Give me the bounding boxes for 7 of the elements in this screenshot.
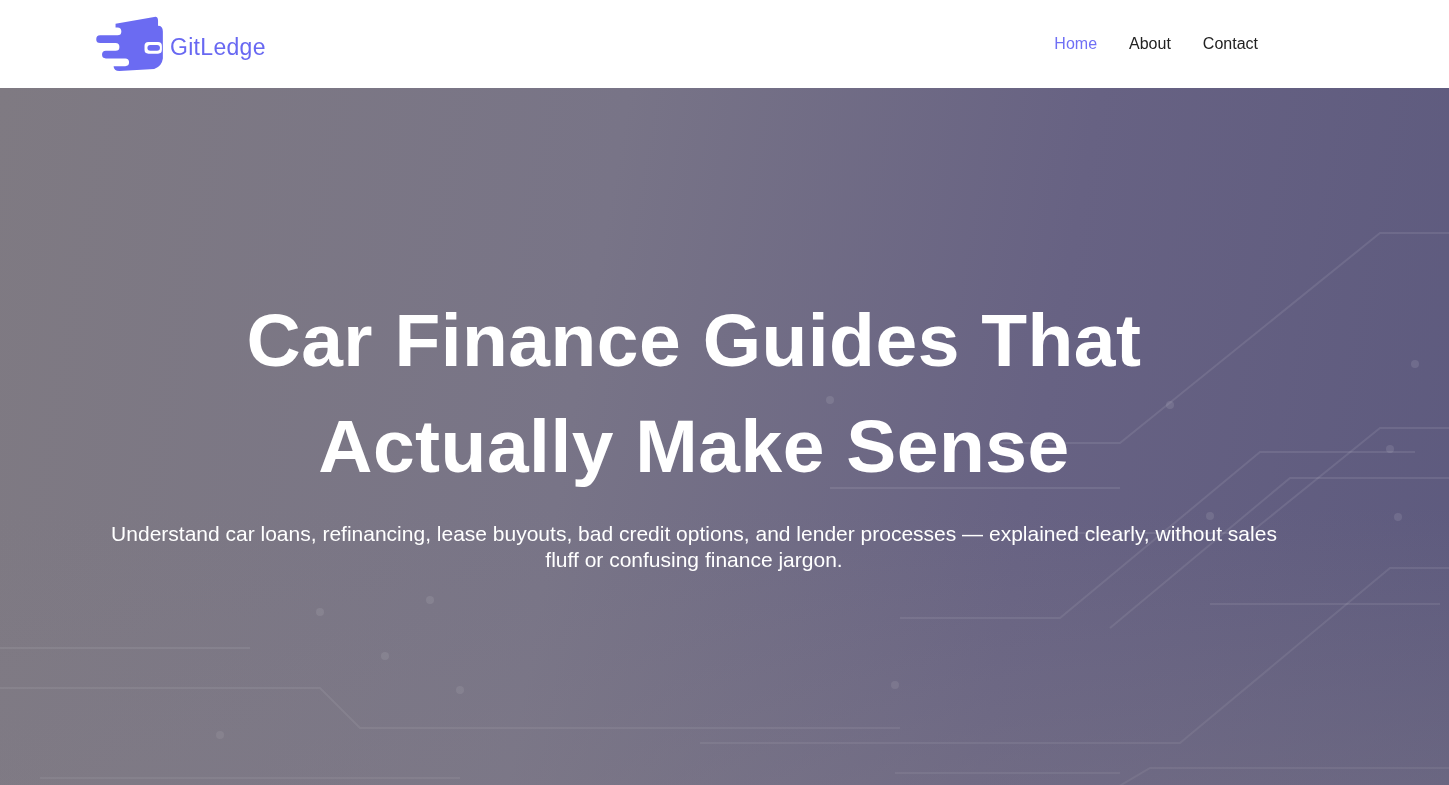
- nav-link[interactable]: About: [1129, 35, 1171, 53]
- nav-link[interactable]: Home: [1054, 35, 1098, 53]
- nav-link[interactable]: Contact: [1202, 35, 1258, 53]
- logo-text[interactable]: GitLedge: [170, 33, 266, 61]
- wallet-logo-icon[interactable]: [96, 16, 166, 72]
- hero-title: Car Finance Guides That Actually Make Sense: [245, 296, 1143, 490]
- hero-subtitle: Understand car loans, refinancing, lease buyouts, bad credit options, and lender processes — explained clearly, without sales fluff or confusing finance jargon.: [110, 520, 1278, 573]
